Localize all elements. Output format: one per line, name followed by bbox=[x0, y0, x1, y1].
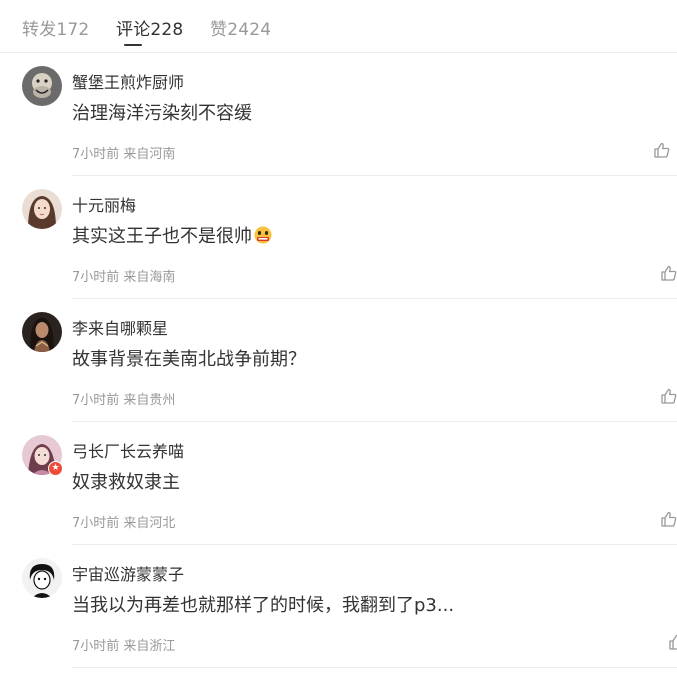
comment-time: 7小时前 bbox=[72, 393, 120, 408]
comment-source: 来自河北 bbox=[123, 516, 176, 531]
comment-item: 宇宙巡游蒙蒙子 当我以为再差也就那样了的时候，我翻到了p3... 7小时前 来自… bbox=[0, 545, 677, 668]
vip-badge-icon: ★ bbox=[48, 461, 63, 476]
thumbs-up-icon[interactable] bbox=[660, 387, 677, 405]
comment-source: 来自贵州 bbox=[123, 393, 176, 408]
comment-time: 7小时前 bbox=[72, 147, 120, 162]
thumbs-up-icon[interactable] bbox=[660, 510, 677, 528]
comment-text: 其实这王子也不是很帅 bbox=[72, 222, 273, 248]
tab-comments[interactable]: 评论228 bbox=[116, 15, 183, 40]
comment-tabs: 转发172 评论228 赞2424 bbox=[0, 0, 677, 53]
comment-source: 来自浙江 bbox=[123, 639, 176, 654]
comment-item: ★ 弓长厂长云养喵 奴隶救奴隶主 7小时前 来自河北 bbox=[0, 422, 677, 545]
comment-username[interactable]: 蟹堡王煎炸厨师 bbox=[72, 69, 184, 93]
comment-username[interactable]: 李来自哪颗星 bbox=[72, 315, 168, 339]
comment-time: 7小时前 bbox=[72, 516, 120, 531]
comment-source: 来自河南 bbox=[123, 147, 176, 162]
tab-reposts[interactable]: 转发172 bbox=[22, 15, 89, 40]
user-avatar[interactable] bbox=[22, 189, 62, 229]
emoji-icon bbox=[254, 226, 272, 244]
comment-text: 故事背景在美南北战争前期？ bbox=[72, 349, 306, 370]
comment-meta: 7小时前 来自河南 bbox=[72, 143, 175, 162]
comment-divider bbox=[72, 667, 677, 668]
comment-username[interactable]: 弓长厂长云养喵 bbox=[72, 438, 184, 462]
comment-item: 李来自哪颗星 故事背景在美南北战争前期？ 7小时前 来自贵州 bbox=[0, 299, 677, 422]
comment-text: 治理海洋污染刻不容缓 bbox=[72, 103, 252, 124]
thumbs-up-icon[interactable] bbox=[653, 141, 671, 159]
comment-meta: 7小时前 来自河北 bbox=[72, 512, 175, 531]
comment-text-body: 其实这王子也不是很帅 bbox=[72, 226, 252, 247]
comment-item: 蟹堡王煎炸厨师 治理海洋污染刻不容缓 7小时前 来自河南 bbox=[0, 53, 677, 176]
comment-item: 十元丽梅 其实这王子也不是很帅 7小时前 来自海南 bbox=[0, 176, 677, 299]
comment-time: 7小时前 bbox=[72, 639, 120, 654]
comment-meta: 7小时前 来自贵州 bbox=[72, 389, 175, 408]
comment-time: 7小时前 bbox=[72, 270, 120, 285]
user-avatar[interactable] bbox=[22, 312, 62, 352]
thumbs-up-icon[interactable] bbox=[660, 264, 677, 282]
comment-username[interactable]: 宇宙巡游蒙蒙子 bbox=[72, 561, 184, 585]
thumbs-up-icon[interactable] bbox=[668, 633, 677, 651]
user-avatar[interactable] bbox=[22, 66, 62, 106]
tab-likes[interactable]: 赞2424 bbox=[210, 15, 271, 40]
comment-meta: 7小时前 来自浙江 bbox=[72, 635, 175, 654]
user-avatar[interactable] bbox=[22, 558, 62, 598]
comment-text: 奴隶救奴隶主 bbox=[72, 472, 180, 493]
active-tab-indicator bbox=[124, 44, 142, 46]
comment-source: 来自海南 bbox=[123, 270, 176, 285]
comment-text: 当我以为再差也就那样了的时候，我翻到了p3... bbox=[72, 595, 455, 616]
comment-username[interactable]: 十元丽梅 bbox=[72, 192, 136, 216]
comment-meta: 7小时前 来自海南 bbox=[72, 266, 175, 285]
